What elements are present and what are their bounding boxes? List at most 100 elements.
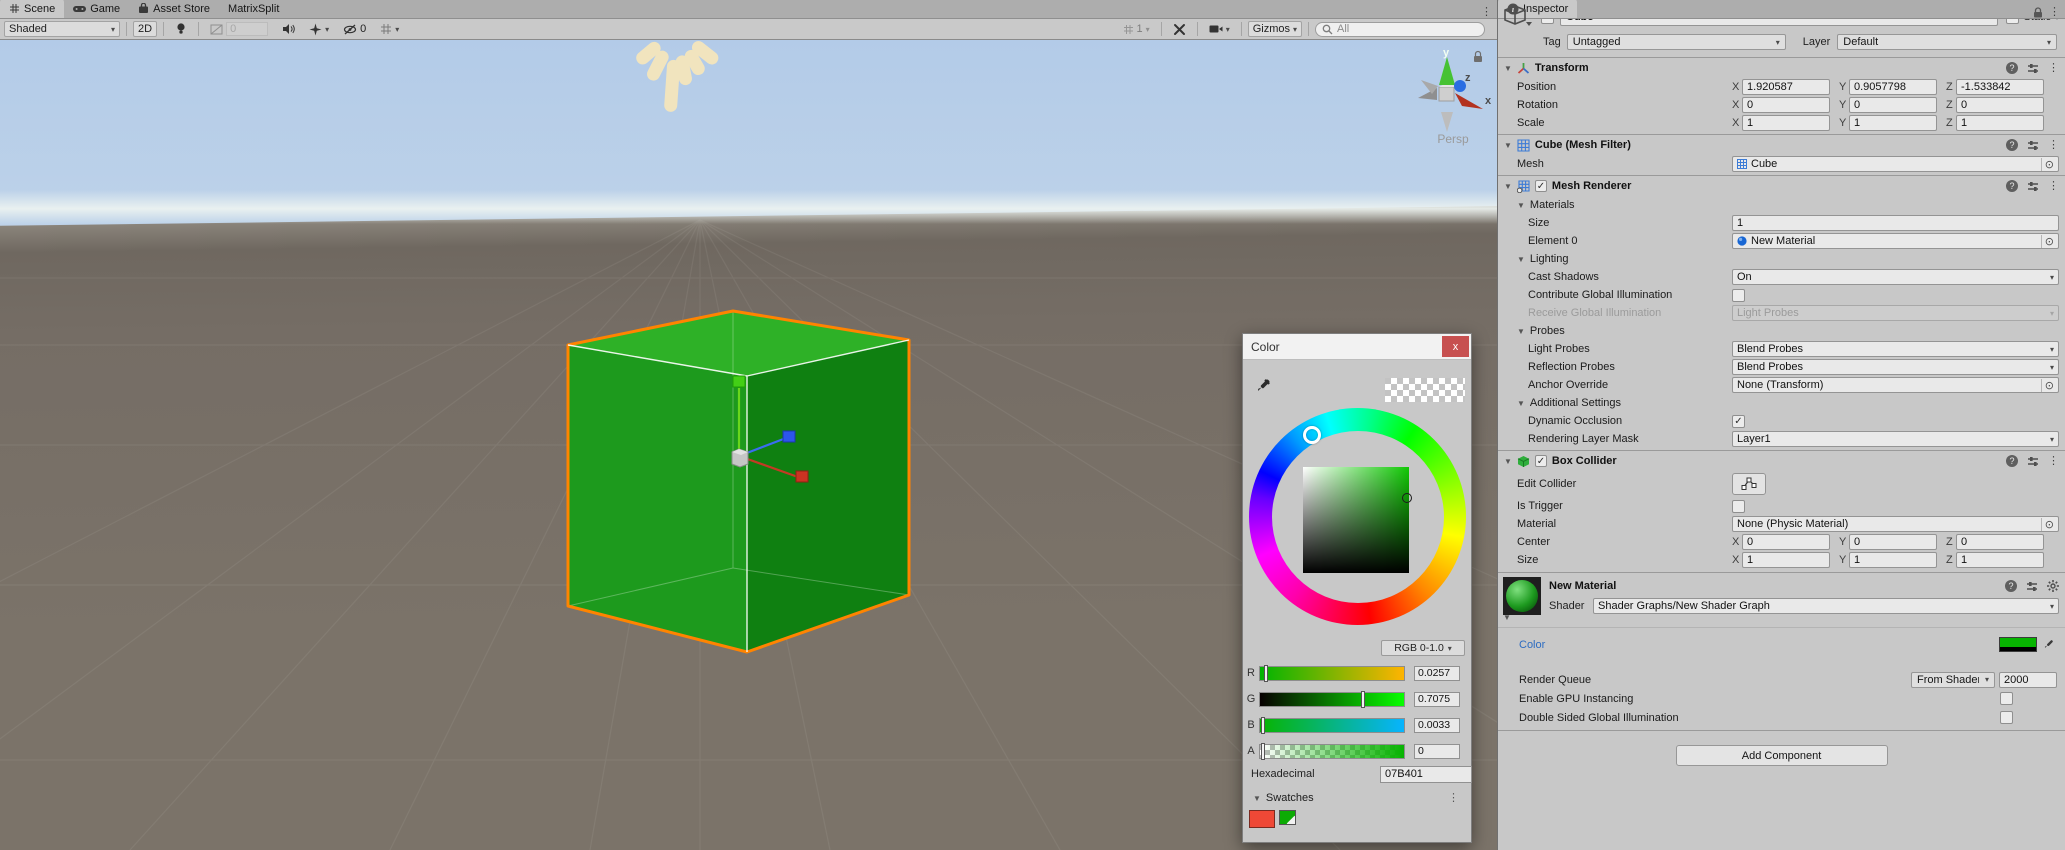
gameobject-cube-icon[interactable]	[1503, 4, 1533, 30]
eyedropper-button[interactable]	[1253, 376, 1273, 396]
materials-size-field[interactable]: 1	[1732, 215, 2059, 231]
scene-pane-menu-icon[interactable]: ⋮	[1481, 7, 1492, 18]
new-swatch-button[interactable]	[1279, 810, 1296, 825]
component-menu-icon[interactable]: ⋮	[2048, 456, 2059, 467]
gpu-instancing-checkbox[interactable]	[2000, 692, 2013, 705]
scale-y-field[interactable]: 1	[1849, 115, 1937, 131]
slider-a-handle[interactable]	[1261, 743, 1265, 760]
scale-z-field[interactable]: 1	[1956, 115, 2044, 131]
slider-g[interactable]	[1259, 692, 1405, 707]
material-color-swatch[interactable]	[1999, 637, 2037, 652]
orientation-gizmo[interactable]: y z x	[1418, 47, 1492, 132]
saturation-value-marker[interactable]	[1402, 493, 1412, 503]
add-component-button[interactable]: Add Component	[1676, 745, 1888, 766]
center-z-field[interactable]: 0	[1956, 534, 2044, 550]
slider-r[interactable]	[1259, 666, 1405, 681]
camera-settings-dropdown[interactable]: ▾	[1204, 21, 1235, 37]
slider-b-value[interactable]: 0.0033	[1414, 718, 1460, 733]
render-queue-value-field[interactable]: 2000	[1999, 672, 2057, 688]
slider-g-value[interactable]: 0.7075	[1414, 692, 1460, 707]
close-button[interactable]: x	[1442, 336, 1469, 357]
presets-icon[interactable]	[2026, 581, 2038, 592]
contribute-gi-checkbox[interactable]	[1732, 289, 1745, 302]
foldout-triangle-icon[interactable]: ▼	[1504, 457, 1512, 466]
mesh-object-field[interactable]: Cube ⊙	[1732, 156, 2059, 172]
rotation-x-field[interactable]: 0	[1742, 97, 1830, 113]
selected-cube[interactable]	[568, 311, 909, 652]
component-menu-icon[interactable]: ⋮	[2048, 63, 2059, 74]
saturation-value-square[interactable]	[1303, 467, 1409, 573]
snap-increment-control[interactable]: 1 ▾	[1118, 21, 1155, 37]
probes-foldout[interactable]: ▼Probes	[1498, 323, 2065, 339]
slider-g-handle[interactable]	[1361, 691, 1365, 708]
position-y-field[interactable]: 0.9057798	[1849, 79, 1937, 95]
tab-asset-store[interactable]: Asset Store	[129, 0, 219, 18]
lighting-foldout[interactable]: ▼Lighting	[1498, 251, 2065, 267]
shading-mode-dropdown[interactable]: Shaded ▾	[4, 21, 120, 37]
scale-x-field[interactable]: 1	[1742, 115, 1830, 131]
help-icon[interactable]: ?	[2006, 180, 2018, 192]
presets-icon[interactable]	[2027, 181, 2039, 192]
size-z-field[interactable]: 1	[1956, 552, 2044, 568]
foldout-triangle-icon[interactable]: ▼	[1504, 64, 1512, 73]
foldout-triangle-icon[interactable]: ▼	[1504, 182, 1512, 191]
scene-visibility-toggle[interactable]: 0	[338, 21, 371, 37]
element0-object-field[interactable]: New Material ⊙	[1732, 233, 2059, 249]
help-icon[interactable]: ?	[2005, 580, 2017, 592]
object-picker-icon[interactable]: ⊙	[2041, 235, 2054, 248]
material-preview-thumbnail[interactable]	[1503, 577, 1541, 615]
object-picker-icon[interactable]: ⊙	[2041, 518, 2054, 531]
slider-r-value[interactable]: 0.0257	[1414, 666, 1460, 681]
tab-game[interactable]: Game	[64, 0, 129, 18]
position-z-field[interactable]: -1.533842	[1956, 79, 2044, 95]
scene-search-input[interactable]: All	[1315, 22, 1485, 37]
edit-collider-button[interactable]	[1732, 473, 1766, 495]
help-icon[interactable]: ?	[2006, 62, 2018, 74]
gizmo-center-cube[interactable]	[1439, 87, 1454, 101]
hex-input[interactable]: 07B401	[1380, 766, 1472, 783]
persp-label[interactable]: Persp	[1418, 132, 1488, 146]
gizmos-dropdown[interactable]: Gizmos ▾	[1248, 21, 1302, 37]
eyedropper-icon[interactable]	[2042, 638, 2055, 651]
component-menu-icon[interactable]: ⋮	[2048, 181, 2059, 192]
rotation-z-field[interactable]: 0	[1956, 97, 2044, 113]
mesh-renderer-header[interactable]: ▼ ✓ Mesh Renderer ? ⋮	[1498, 177, 2065, 195]
swatch-red[interactable]	[1249, 810, 1275, 828]
box-collider-enabled-checkbox[interactable]: ✓	[1535, 455, 1547, 467]
dynamic-occlusion-checkbox[interactable]: ✓	[1732, 415, 1745, 428]
toggle-2d-button[interactable]: 2D	[133, 21, 157, 37]
swatches-header[interactable]: ▼ Swatches ⋮	[1243, 792, 1473, 804]
position-x-field[interactable]: 1.920587	[1742, 79, 1830, 95]
color-dialog-titlebar[interactable]: Color x	[1243, 334, 1471, 360]
light-probes-dropdown[interactable]: Blend Probes ▾	[1732, 341, 2059, 357]
presets-icon[interactable]	[2027, 63, 2039, 74]
help-icon[interactable]: ?	[2006, 139, 2018, 151]
rotation-y-field[interactable]: 0	[1849, 97, 1937, 113]
component-menu-icon[interactable]: ⋮	[2048, 140, 2059, 151]
scale-gizmo-center-handle[interactable]	[732, 449, 748, 467]
additional-settings-foldout[interactable]: ▼Additional Settings	[1498, 395, 2065, 411]
collider-material-field[interactable]: None (Physic Material) ⊙	[1732, 516, 2059, 532]
slider-b[interactable]	[1259, 718, 1405, 733]
slider-r-handle[interactable]	[1264, 665, 1268, 682]
transform-header[interactable]: ▼ Transform ? ⋮	[1498, 59, 2065, 77]
scene-lighting-toggle[interactable]	[170, 21, 192, 37]
swatches-menu-icon[interactable]: ⋮	[1448, 793, 1459, 804]
shader-dropdown[interactable]: Shader Graphs/New Shader Graph ▾	[1593, 598, 2059, 614]
object-picker-icon[interactable]: ⊙	[2041, 158, 2054, 171]
hue-marker[interactable]	[1303, 426, 1321, 444]
mesh-filter-header[interactable]: ▼ Cube (Mesh Filter) ? ⋮	[1498, 136, 2065, 154]
tab-scene[interactable]: Scene	[0, 0, 64, 18]
is-trigger-checkbox[interactable]	[1732, 500, 1745, 513]
tag-dropdown[interactable]: Untagged ▾	[1567, 34, 1786, 50]
grid-visibility-dropdown[interactable]: ▾	[375, 21, 404, 37]
presets-icon[interactable]	[2027, 140, 2039, 151]
tab-matrixsplit[interactable]: MatrixSplit	[219, 0, 288, 18]
anchor-override-field[interactable]: None (Transform) ⊙	[1732, 377, 2059, 393]
scale-gizmo-z-handle[interactable]	[783, 431, 795, 442]
help-icon[interactable]: ?	[2006, 455, 2018, 467]
inspector-menu-icon[interactable]: ⋮	[2049, 7, 2060, 18]
object-picker-icon[interactable]: ⊙	[2041, 379, 2054, 392]
reflection-probes-dropdown[interactable]: Blend Probes ▾	[1732, 359, 2059, 375]
cast-shadows-dropdown[interactable]: On ▾	[1732, 269, 2059, 285]
